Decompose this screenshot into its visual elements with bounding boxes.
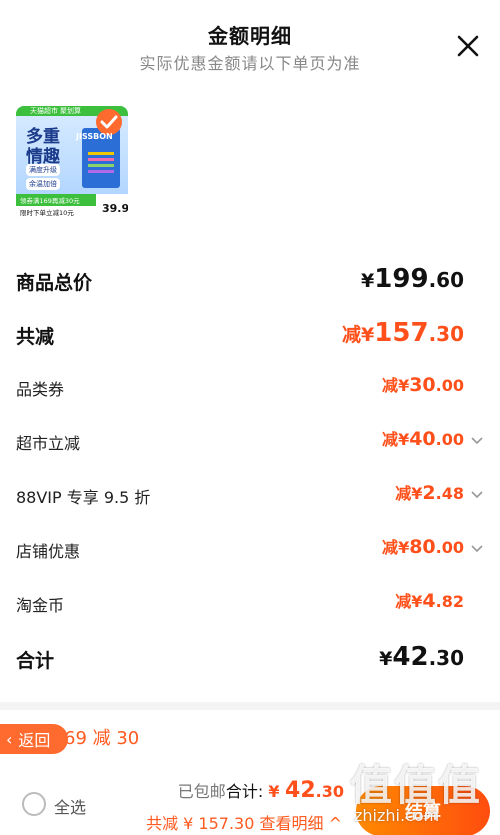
event-badge: 聚划算	[60, 107, 81, 115]
amount-row-value: 减¥80.00	[382, 536, 464, 558]
amount-row-value: ¥42.30	[379, 642, 464, 672]
amount-row-value: ¥199.60	[361, 264, 464, 294]
total-line: 已包邮合计: ¥ 42.30	[178, 778, 344, 803]
amount-row-label: 品类券	[16, 380, 65, 399]
thumb-price: 39.9	[102, 202, 128, 215]
store-badge: 天猫超市	[30, 107, 58, 115]
amount-row: 商品总价 ¥199.60	[0, 260, 500, 300]
amount-row-value: 减¥2.48	[395, 482, 464, 504]
page-subtitle: 实际优惠金额请以下单页为准	[139, 54, 361, 73]
total-label: 合计:	[225, 782, 264, 801]
chevron-down-icon[interactable]	[470, 488, 484, 502]
close-icon[interactable]	[454, 32, 482, 60]
amount-row-label: 淘金币	[16, 596, 65, 615]
amount-row-value: 减¥157.30	[342, 318, 464, 348]
detail-header: 金额明细 实际优惠金额请以下单页为准	[0, 0, 500, 80]
settle-button[interactable]: 结算	[356, 786, 490, 835]
amount-row-label: 超市立减	[16, 434, 81, 453]
amount-row[interactable]: 88VIP 专享 9.5 折 减¥2.48	[0, 476, 500, 516]
chevron-down-icon[interactable]	[470, 542, 484, 556]
amount-row-value: 减¥4.82	[395, 590, 464, 612]
view-detail-link[interactable]: 共减 ¥ 157.30 查看明细 ^	[146, 810, 342, 834]
amount-row[interactable]: 店铺优惠 减¥80.00	[0, 530, 500, 570]
amount-row: 品类券 减¥30.00	[0, 368, 500, 408]
select-all-label[interactable]: 全选	[54, 794, 86, 818]
amount-row-label: 88VIP 专享 9.5 折	[16, 488, 151, 507]
chevron-down-icon[interactable]	[470, 434, 484, 448]
select-all-radio[interactable]	[22, 792, 46, 816]
divider	[0, 702, 500, 710]
chevron-left-icon: ‹	[6, 729, 13, 749]
back-label: 返回	[18, 731, 51, 750]
amount-row-value: 减¥40.00	[382, 428, 464, 450]
promo-text: 69 减 30	[64, 728, 140, 749]
tag-2: 余温加倍	[26, 178, 60, 190]
amount-row[interactable]: 超市立减 减¥40.00	[0, 422, 500, 462]
limit-text: 限时下单立减10元	[20, 209, 74, 217]
total-value: ¥ 42.30	[268, 778, 344, 803]
amount-row-label: 店铺优惠	[16, 542, 81, 561]
brand-name: JISSBON	[76, 132, 113, 141]
shipping-label: 已包邮	[177, 782, 226, 801]
amount-row: 共减 减¥157.30	[0, 314, 500, 354]
checkout-footer: 全选 已包邮合计: ¥ 42.30 共减 ¥ 157.30 查看明细 ^ 结算	[0, 770, 500, 835]
amount-row-value: 减¥30.00	[382, 374, 464, 396]
amount-row-label: 合计	[16, 650, 55, 672]
product-thumbnail[interactable]: 天猫超市 聚划算 多重 情趣 满度升级 余温加倍 JISSBON 领券满169再…	[16, 106, 128, 218]
back-button[interactable]: ‹ 返回	[0, 724, 68, 754]
coupon-text: 领券满169再减30元	[20, 197, 80, 205]
amount-row: 淘金币 减¥4.82	[0, 584, 500, 624]
amount-row-label: 共减	[16, 326, 55, 348]
tag-1: 满度升级	[26, 164, 60, 176]
amount-row-label: 商品总价	[16, 272, 93, 294]
amount-row: 合计 ¥42.30	[0, 638, 500, 678]
page-title: 金额明细	[208, 24, 292, 48]
